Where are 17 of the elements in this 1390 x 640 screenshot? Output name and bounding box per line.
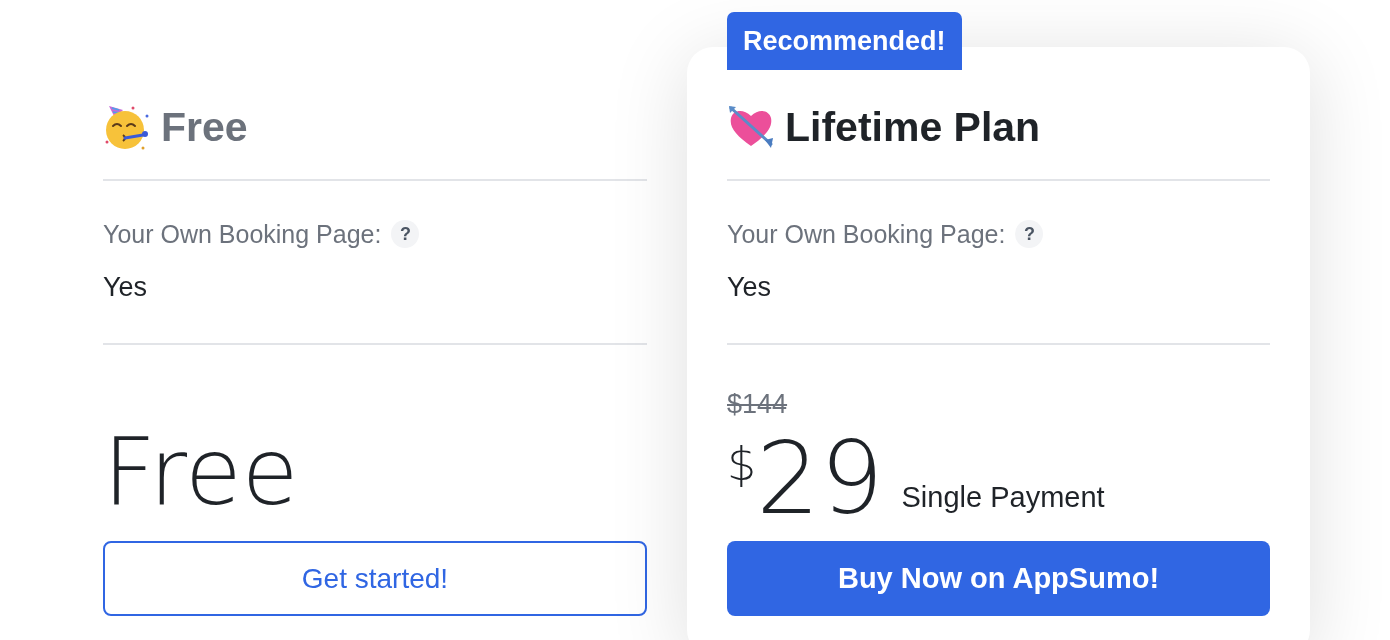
feature-value: Yes xyxy=(103,271,149,303)
payment-note: Single Payment xyxy=(901,480,1105,515)
plan-title: Free xyxy=(161,103,248,151)
buy-now-button[interactable]: Buy Now on AppSumo! xyxy=(727,541,1270,616)
heart-with-arrow-icon xyxy=(727,104,775,150)
feature-label: Your Own Booking Page: xyxy=(103,219,382,250)
help-badge[interactable]: ? xyxy=(1015,220,1044,248)
original-price: $144 xyxy=(727,389,788,419)
currency-symbol: $ xyxy=(727,441,757,487)
get-started-button[interactable]: Get started! xyxy=(103,541,647,616)
feature-label: Your Own Booking Page: xyxy=(727,219,1006,250)
recommended-badge: Recommended! xyxy=(727,12,962,70)
feature-value: Yes xyxy=(727,271,773,303)
help-badge[interactable]: ? xyxy=(391,220,420,248)
plan-title: Lifetime Plan xyxy=(785,103,1041,151)
price-amount: 29 xyxy=(756,437,884,521)
price-text: Free xyxy=(103,427,300,519)
